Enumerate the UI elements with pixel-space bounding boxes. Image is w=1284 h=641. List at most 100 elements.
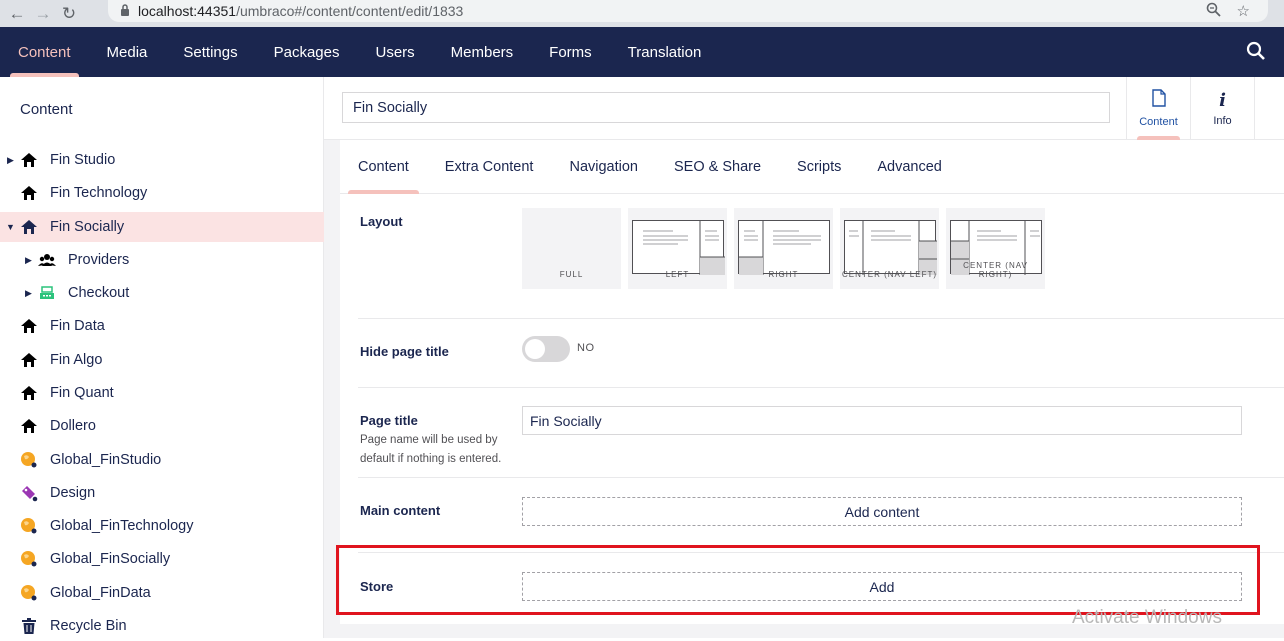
search-icon[interactable] (1246, 41, 1268, 63)
tree-item-providers[interactable]: ▶ Providers (0, 245, 324, 275)
caret-down-icon[interactable]: ▼ (6, 222, 15, 232)
address-bar[interactable]: localhost:44351/umbraco#/content/content… (108, 0, 1268, 22)
register-icon (38, 284, 56, 302)
globe-icon (20, 584, 38, 602)
tree-item-dollero[interactable]: Dollero (0, 411, 324, 441)
layout-left-thumbnail (632, 220, 725, 275)
property-divider (358, 387, 1284, 388)
tree-item-label: Global_FinSocially (50, 551, 171, 567)
nav-packages[interactable]: Packages (256, 27, 358, 77)
layout-option-left[interactable]: LEFT (628, 208, 727, 289)
tree-item-label: Providers (68, 252, 130, 268)
browser-toolbar: ← → ↻ localhost:44351/umbraco#/content/c… (0, 0, 1284, 27)
add-content-button[interactable]: Add content (522, 497, 1242, 526)
nav-content[interactable]: Content (0, 27, 89, 77)
caret-right-icon[interactable]: ▶ (25, 255, 32, 266)
activate-windows-watermark: Activate Windows (1072, 607, 1222, 628)
tab-seo-share[interactable]: SEO & Share (656, 140, 779, 194)
layout-option-caption: FULL (559, 270, 584, 279)
forward-icon[interactable]: → (30, 4, 56, 24)
tree-section-title: Content (20, 101, 73, 118)
document-icon (1151, 89, 1166, 112)
nav-users[interactable]: Users (357, 27, 432, 77)
home-icon (20, 218, 38, 236)
layout-option-caption: CENTER (NAV RIGHT) (963, 261, 1028, 279)
lock-icon (120, 3, 130, 19)
url-path: /umbraco#/content/content/edit/1833 (236, 3, 464, 19)
home-icon (20, 384, 38, 402)
main-content-label: Main content (360, 503, 441, 518)
tree-item-fin-socially[interactable]: ▼ Fin Socially (0, 212, 324, 242)
editor-header: Content i Info (324, 77, 1284, 140)
toggle-knob (525, 339, 545, 359)
tab-advanced[interactable]: Advanced (859, 140, 960, 194)
nav-settings[interactable]: Settings (165, 27, 255, 77)
nav-media[interactable]: Media (89, 27, 166, 77)
tree-item-global-finstudio[interactable]: Global_FinStudio (0, 445, 324, 475)
globe-icon (20, 550, 38, 568)
page-title-description: Page name will be used by default if not… (360, 434, 502, 465)
tree-item-fin-studio[interactable]: ▶ Fin Studio (0, 145, 324, 175)
tree-item-label: Design (50, 485, 96, 501)
zoom-icon[interactable] (1206, 2, 1221, 21)
nav-translation[interactable]: Translation (610, 27, 720, 77)
tree-item-label: Fin Data (50, 318, 105, 334)
caret-right-icon[interactable]: ▶ (7, 155, 14, 166)
main-navigation: Content Media Settings Packages Users Me… (0, 27, 1284, 77)
tree-item-label: Recycle Bin (50, 618, 127, 634)
tab-content[interactable]: Content (340, 140, 427, 194)
layout-right-thumbnail (738, 220, 830, 275)
layout-option-full[interactable]: FULL (522, 208, 621, 289)
tree-item-global-fintechnology[interactable]: Global_FinTechnology (0, 511, 324, 541)
home-icon (20, 151, 38, 169)
layout-option-center-nav-left[interactable]: CENTER (NAV LEFT) (840, 208, 939, 289)
tree-item-label: Fin Algo (50, 352, 103, 368)
tab-navigation[interactable]: Navigation (551, 140, 656, 194)
layout-option-caption: CENTER (NAV LEFT) (841, 270, 938, 279)
nav-forms[interactable]: Forms (531, 27, 610, 77)
back-icon[interactable]: ← (4, 4, 30, 24)
home-icon (20, 317, 38, 335)
hide-title-label: Hide page title (360, 344, 449, 359)
tree-item-global-findata[interactable]: Global_FinData (0, 578, 324, 608)
reload-icon[interactable]: ↻ (56, 4, 82, 24)
layout-center-nav-left-thumbnail (844, 220, 937, 275)
tree-item-label: Fin Quant (50, 385, 114, 401)
tree-item-label: Fin Studio (50, 152, 116, 168)
page-title-label: Page title (360, 413, 418, 428)
home-icon (20, 351, 38, 369)
url-host: localhost:44351 (138, 3, 237, 19)
layout-option-right[interactable]: RIGHT (734, 208, 833, 289)
tab-scripts[interactable]: Scripts (779, 140, 859, 194)
content-app-content[interactable]: Content (1127, 77, 1191, 140)
content-tree: Content ▶ Fin Studio Fin Technology ▼ Fi… (0, 77, 324, 638)
globe-icon (20, 517, 38, 535)
bookmark-star-icon[interactable]: ☆ (1237, 2, 1250, 21)
tree-item-fin-quant[interactable]: Fin Quant (0, 378, 324, 408)
trash-icon (20, 617, 38, 635)
annotation-highlight-box (336, 545, 1260, 615)
tree-item-global-finsocially[interactable]: Global_FinSocially (0, 544, 324, 574)
editor-tabs: Content Extra Content Navigation SEO & S… (340, 140, 1284, 194)
globe-icon (20, 451, 38, 469)
layout-label: Layout (360, 214, 403, 229)
tree-item-fin-technology[interactable]: Fin Technology (0, 178, 324, 208)
tree-item-design[interactable]: Design (0, 478, 324, 508)
tree-item-recycle-bin[interactable]: Recycle Bin (0, 611, 324, 641)
content-app-info[interactable]: i Info (1191, 77, 1255, 140)
tree-item-label: Checkout (68, 285, 130, 301)
node-name-input[interactable] (342, 92, 1110, 123)
tree-item-label: Fin Technology (50, 185, 148, 201)
hide-title-toggle[interactable] (522, 336, 570, 362)
layout-option-center-nav-right[interactable]: CENTER (NAV RIGHT) (946, 208, 1045, 289)
tree-item-label: Fin Socially (50, 219, 125, 235)
caret-right-icon[interactable]: ▶ (25, 288, 32, 299)
toggle-state-label: NO (577, 342, 595, 354)
page-title-input[interactable] (522, 406, 1242, 435)
tree-item-checkout[interactable]: ▶ Checkout (0, 278, 324, 308)
tree-item-fin-algo[interactable]: Fin Algo (0, 345, 324, 375)
layout-option-caption: LEFT (665, 270, 690, 279)
tab-extra-content[interactable]: Extra Content (427, 140, 552, 194)
tree-item-fin-data[interactable]: Fin Data (0, 311, 324, 341)
nav-members[interactable]: Members (433, 27, 532, 77)
